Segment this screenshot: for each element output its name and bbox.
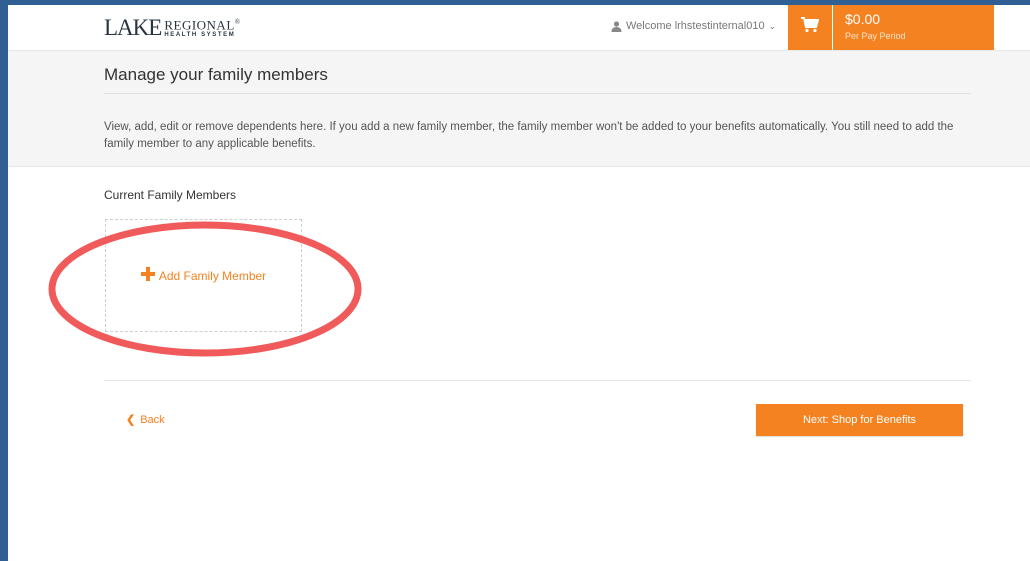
user-icon: [611, 20, 622, 32]
title-divider: [104, 93, 971, 94]
chevron-down-icon: ⌄: [768, 20, 777, 31]
current-family-members-heading: Current Family Members: [104, 188, 237, 202]
top-navigation-bar: LAKE REGIONAL® HEALTH SYSTEM Welcome lrh…: [8, 5, 1030, 50]
logo-regional-text: REGIONAL: [164, 17, 235, 33]
plus-icon: [140, 267, 155, 284]
back-label: Back: [140, 413, 165, 426]
welcome-text: Welcome lrhstestinternal010: [626, 20, 765, 32]
logo-tagline: HEALTH SYSTEM: [164, 32, 236, 39]
next-shop-for-benefits-button[interactable]: Next: Shop for Benefits: [756, 404, 963, 436]
cart-total-period: Per Pay Period: [845, 31, 906, 41]
logo-lake-text: LAKE: [104, 15, 162, 40]
add-family-member-button[interactable]: Add Family Member: [105, 219, 302, 332]
cart-button[interactable]: [788, 5, 832, 50]
page-title: Manage your family members: [104, 65, 328, 84]
add-family-member-label: Add Family Member: [158, 268, 267, 283]
page-header-band: Manage your family members View, add, ed…: [8, 50, 1030, 167]
content-divider: [104, 380, 971, 381]
cart-total-summary[interactable]: $0.00 Per Pay Period: [833, 5, 994, 50]
back-link[interactable]: ❮ Back: [126, 413, 165, 427]
user-account-menu[interactable]: Welcome lrhstestinternal010 ⌄: [611, 20, 776, 32]
logo-registered-mark: ®: [234, 18, 241, 26]
chevron-left-icon: ❮: [126, 414, 136, 426]
app-window: LAKE REGIONAL® HEALTH SYSTEM Welcome lrh…: [8, 5, 1030, 561]
lake-regional-logo[interactable]: LAKE REGIONAL® HEALTH SYSTEM: [104, 16, 241, 40]
shopping-cart-icon: [801, 17, 820, 38]
cart-total-amount: $0.00: [845, 11, 881, 27]
page-description: View, add, edit or remove dependents her…: [104, 121, 954, 150]
